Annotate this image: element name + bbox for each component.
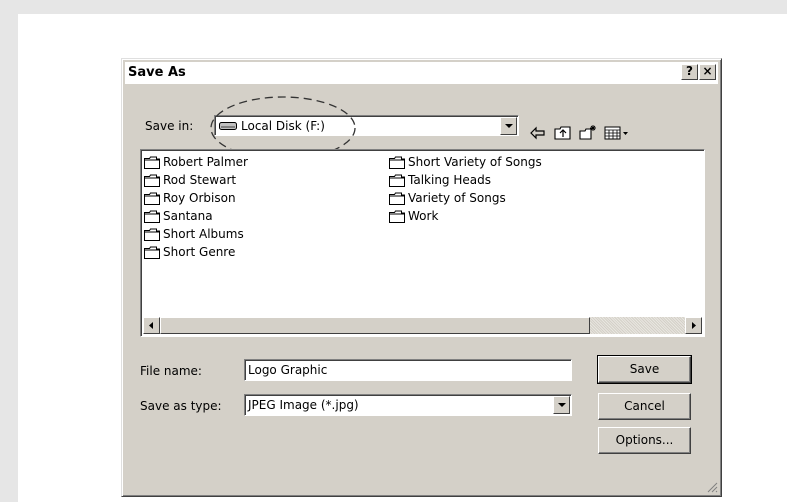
scroll-right-button[interactable] xyxy=(685,317,702,334)
folder-name: Short Genre xyxy=(163,245,236,259)
folder-item[interactable]: Short Variety of Songs xyxy=(389,153,542,171)
horizontal-scrollbar[interactable] xyxy=(143,317,702,334)
folder-name: Roy Orbison xyxy=(163,191,236,205)
save-type-label: Save as type: xyxy=(140,399,222,413)
save-as-dialog: Save As ? × Save in: Local Disk (F:) Rob… xyxy=(121,58,722,497)
folder-icon xyxy=(389,192,408,205)
folder-icon xyxy=(144,246,163,259)
folder-icon xyxy=(389,210,408,223)
resize-grip-icon[interactable] xyxy=(706,481,718,493)
folder-name: Rod Stewart xyxy=(163,173,237,187)
folder-icon xyxy=(389,174,408,187)
folder-item[interactable]: Robert Palmer xyxy=(144,153,248,171)
folder-item[interactable]: Variety of Songs xyxy=(389,189,506,207)
page-background: Save As ? × Save in: Local Disk (F:) Rob… xyxy=(18,14,787,502)
scroll-left-button[interactable] xyxy=(143,317,160,334)
folder-item[interactable]: Rod Stewart xyxy=(144,171,236,189)
folder-item[interactable]: Short Genre xyxy=(144,243,235,261)
close-button[interactable]: × xyxy=(699,64,716,80)
file-name-label: File name: xyxy=(140,364,202,378)
folder-icon xyxy=(144,174,163,187)
save-in-label: Save in: xyxy=(145,119,194,133)
folder-item[interactable]: Talking Heads xyxy=(389,171,491,189)
options-button[interactable]: Options... xyxy=(598,427,691,454)
cancel-button[interactable]: Cancel xyxy=(598,393,691,420)
folder-icon xyxy=(144,156,163,169)
folder-name: Short Variety of Songs xyxy=(408,155,542,169)
folder-item[interactable]: Roy Orbison xyxy=(144,189,236,207)
help-button[interactable]: ? xyxy=(681,64,698,80)
folder-name: Talking Heads xyxy=(408,173,491,187)
save-type-combo[interactable]: JPEG Image (*.jpg) xyxy=(244,394,572,416)
folder-icon xyxy=(144,228,163,241)
save-type-value: JPEG Image (*.jpg) xyxy=(248,398,359,412)
file-name-input[interactable]: Logo Graphic xyxy=(244,359,572,381)
scroll-thumb[interactable] xyxy=(160,317,590,334)
folder-name: Variety of Songs xyxy=(408,191,506,205)
back-arrow-icon[interactable] xyxy=(528,123,548,143)
save-type-dropdown-button[interactable] xyxy=(553,396,570,414)
view-menu-icon[interactable] xyxy=(603,123,631,143)
title-bar[interactable]: Save As ? × xyxy=(125,62,718,84)
folder-icon xyxy=(389,156,408,169)
folder-name: Santana xyxy=(163,209,213,223)
dialog-title: Save As xyxy=(128,65,186,80)
save-button[interactable]: Save xyxy=(597,355,692,384)
folder-icon xyxy=(144,210,163,223)
folder-item[interactable]: Santana xyxy=(144,207,213,225)
save-in-dropdown-button[interactable] xyxy=(500,117,517,135)
folder-icon xyxy=(144,192,163,205)
up-folder-icon[interactable] xyxy=(553,123,573,143)
folder-name: Work xyxy=(408,209,439,223)
folder-item[interactable]: Work xyxy=(389,207,438,225)
file-name-value: Logo Graphic xyxy=(248,363,328,377)
file-list[interactable]: Robert Palmer Rod Stewart Roy Orbison Santa… xyxy=(140,149,705,337)
folder-item[interactable]: Short Albums xyxy=(144,225,244,243)
folder-name: Short Albums xyxy=(163,227,244,241)
new-folder-icon[interactable] xyxy=(578,123,598,143)
folder-name: Robert Palmer xyxy=(163,155,248,169)
